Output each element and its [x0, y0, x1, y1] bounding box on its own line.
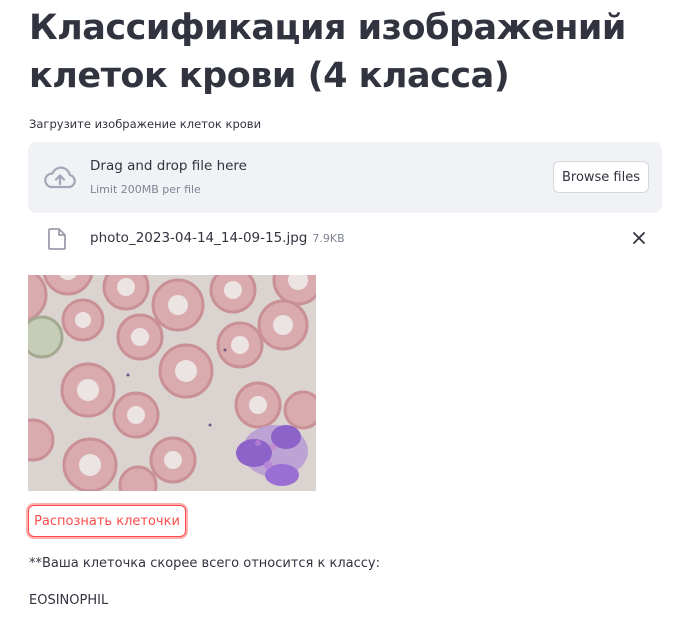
classify-button[interactable]: Распознать клеточки	[28, 505, 186, 537]
browse-files-button[interactable]: Browse files	[553, 161, 649, 193]
result-message: **Ваша клеточка скорее всего относится к…	[29, 556, 380, 571]
blood-cell-image	[28, 275, 316, 491]
uploaded-file-size: 7.9KB	[312, 232, 345, 245]
uploaded-file-item: photo_2023-04-14_14-09-15.jpg 7.9KB	[28, 225, 662, 253]
uploaded-file-name: photo_2023-04-14_14-09-15.jpg	[90, 230, 308, 246]
close-icon[interactable]	[632, 231, 646, 245]
page-title: Классификация изображений клеток крови (…	[29, 8, 626, 96]
cloud-upload-icon	[44, 166, 76, 189]
dropzone-limit: Limit 200MB per file	[90, 183, 201, 196]
result-class-name: EOSINOPHIL	[29, 593, 109, 608]
file-icon	[48, 228, 66, 250]
uploader-label: Загрузите изображение клеток крови	[29, 117, 262, 131]
dropzone-instructions: Drag and drop file here	[90, 158, 247, 174]
file-dropzone[interactable]: Drag and drop file here Limit 200MB per …	[28, 142, 662, 213]
